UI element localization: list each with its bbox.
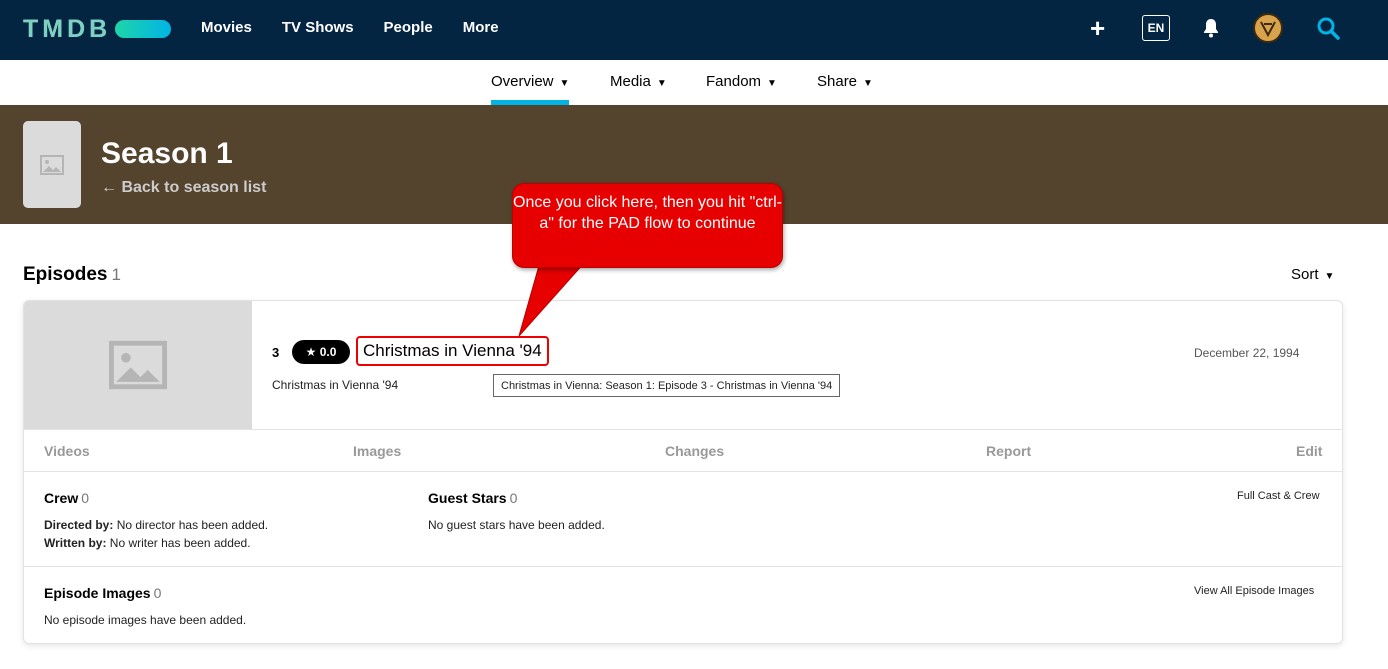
annotation-callout: Once you click here, then you hit "ctrl-… (512, 183, 783, 268)
episode-images-empty: No episode images have been added. (44, 613, 247, 627)
guest-stars-empty: No guest stars have been added. (428, 518, 605, 532)
sort-dropdown[interactable]: Sort ▼ (1291, 266, 1334, 283)
edit-link[interactable]: Edit (1296, 443, 1322, 459)
written-by-value: No writer has been added. (109, 536, 251, 550)
episodes-count: 1 (111, 265, 121, 284)
crew-title-label: Crew (44, 490, 79, 506)
guest-stars-count: 0 (509, 490, 518, 506)
page-title: Season 1 (101, 137, 233, 170)
tmdb-logo[interactable]: TMDB (23, 14, 172, 44)
avatar[interactable] (1253, 13, 1283, 43)
rating-badge: ★ 0.0 (292, 340, 350, 364)
bell-icon[interactable] (1202, 18, 1220, 43)
logo-text: TMDB (23, 14, 112, 43)
tab-share[interactable]: Share ▼ (817, 73, 873, 90)
caret-down-icon: ▼ (863, 78, 873, 89)
guest-stars-title-label: Guest Stars (428, 490, 507, 506)
episode-actions-bar: Videos Images Changes Report Edit (24, 429, 1342, 472)
nav-tv-shows[interactable]: TV Shows (282, 19, 354, 36)
tab-fandom[interactable]: Fandom ▼ (706, 73, 777, 90)
episode-air-date: December 22, 1994 (1194, 346, 1300, 360)
plus-icon[interactable]: + (1090, 15, 1105, 41)
episode-card: 3 ★ 0.0 Christmas in Vienna '94 December… (23, 300, 1343, 644)
top-navbar: TMDB Movies TV Shows People More + EN (0, 0, 1388, 60)
written-by-label: Written by: (44, 536, 107, 550)
episode-title-tooltip: Christmas in Vienna: Season 1: Episode 3… (493, 374, 841, 397)
season-poster-placeholder (23, 121, 81, 208)
back-to-season-list-link[interactable]: ← Back to season list (101, 179, 266, 197)
guest-stars-title: Guest Stars 0 (428, 490, 517, 506)
image-placeholder-icon (109, 340, 167, 390)
full-cast-crew-link[interactable]: Full Cast & Crew (1237, 490, 1320, 502)
caret-down-icon: ▼ (1324, 271, 1335, 282)
tab-overview[interactable]: Overview ▼ (491, 73, 569, 90)
directed-by-value: No director has been added. (116, 518, 269, 532)
episode-images-title-label: Episode Images (44, 585, 151, 601)
directed-by-label: Directed by: (44, 518, 114, 532)
crew-title: Crew 0 (44, 490, 89, 506)
sub-nav: Overview ▼ Media ▼ Fandom ▼ Share ▼ (0, 60, 1388, 105)
episode-images-title: Episode Images 0 (44, 585, 161, 601)
episode-images-count: 0 (153, 585, 162, 601)
view-all-episode-images-link[interactable]: View All Episode Images (1194, 585, 1314, 597)
episodes-heading-label: Episodes (23, 264, 108, 285)
episodes-heading: Episodes 1 (23, 264, 121, 286)
tab-media-label: Media (610, 73, 651, 90)
language-button[interactable]: EN (1142, 15, 1170, 41)
logo-pill-icon (115, 20, 172, 38)
videos-link[interactable]: Videos (44, 443, 90, 459)
nav-movies[interactable]: Movies (201, 19, 252, 36)
caret-down-icon: ▼ (767, 78, 777, 89)
tab-fandom-label: Fandom (706, 73, 762, 90)
caret-down-icon: ▼ (559, 78, 570, 89)
images-link[interactable]: Images (353, 443, 401, 459)
image-placeholder-icon (40, 154, 64, 175)
search-icon[interactable] (1316, 16, 1340, 45)
episode-overview: Christmas in Vienna '94 (272, 378, 399, 392)
episode-still-placeholder[interactable] (24, 301, 252, 429)
crew-count: 0 (81, 490, 90, 506)
directed-by-line: Directed by: No director has been added. (44, 518, 268, 532)
tab-media[interactable]: Media ▼ (610, 73, 667, 90)
sort-label: Sort (1291, 266, 1319, 283)
nav-people[interactable]: People (384, 19, 433, 36)
changes-link[interactable]: Changes (665, 443, 724, 459)
episode-title-link[interactable]: Christmas in Vienna '94 (356, 336, 549, 366)
main-nav: Movies TV Shows People More (201, 19, 529, 36)
nav-more[interactable]: More (463, 19, 499, 36)
tab-share-label: Share (817, 73, 858, 90)
episode-number: 3 (272, 345, 280, 360)
tab-overview-label: Overview (491, 73, 554, 90)
episode-images-section: Episode Images 0 No episode images have b… (24, 567, 1342, 643)
report-link[interactable]: Report (986, 443, 1031, 459)
crew-section: Crew 0 Directed by: No director has been … (24, 472, 1342, 567)
written-by-line: Written by: No writer has been added. (44, 536, 251, 550)
caret-down-icon: ▼ (656, 78, 667, 89)
